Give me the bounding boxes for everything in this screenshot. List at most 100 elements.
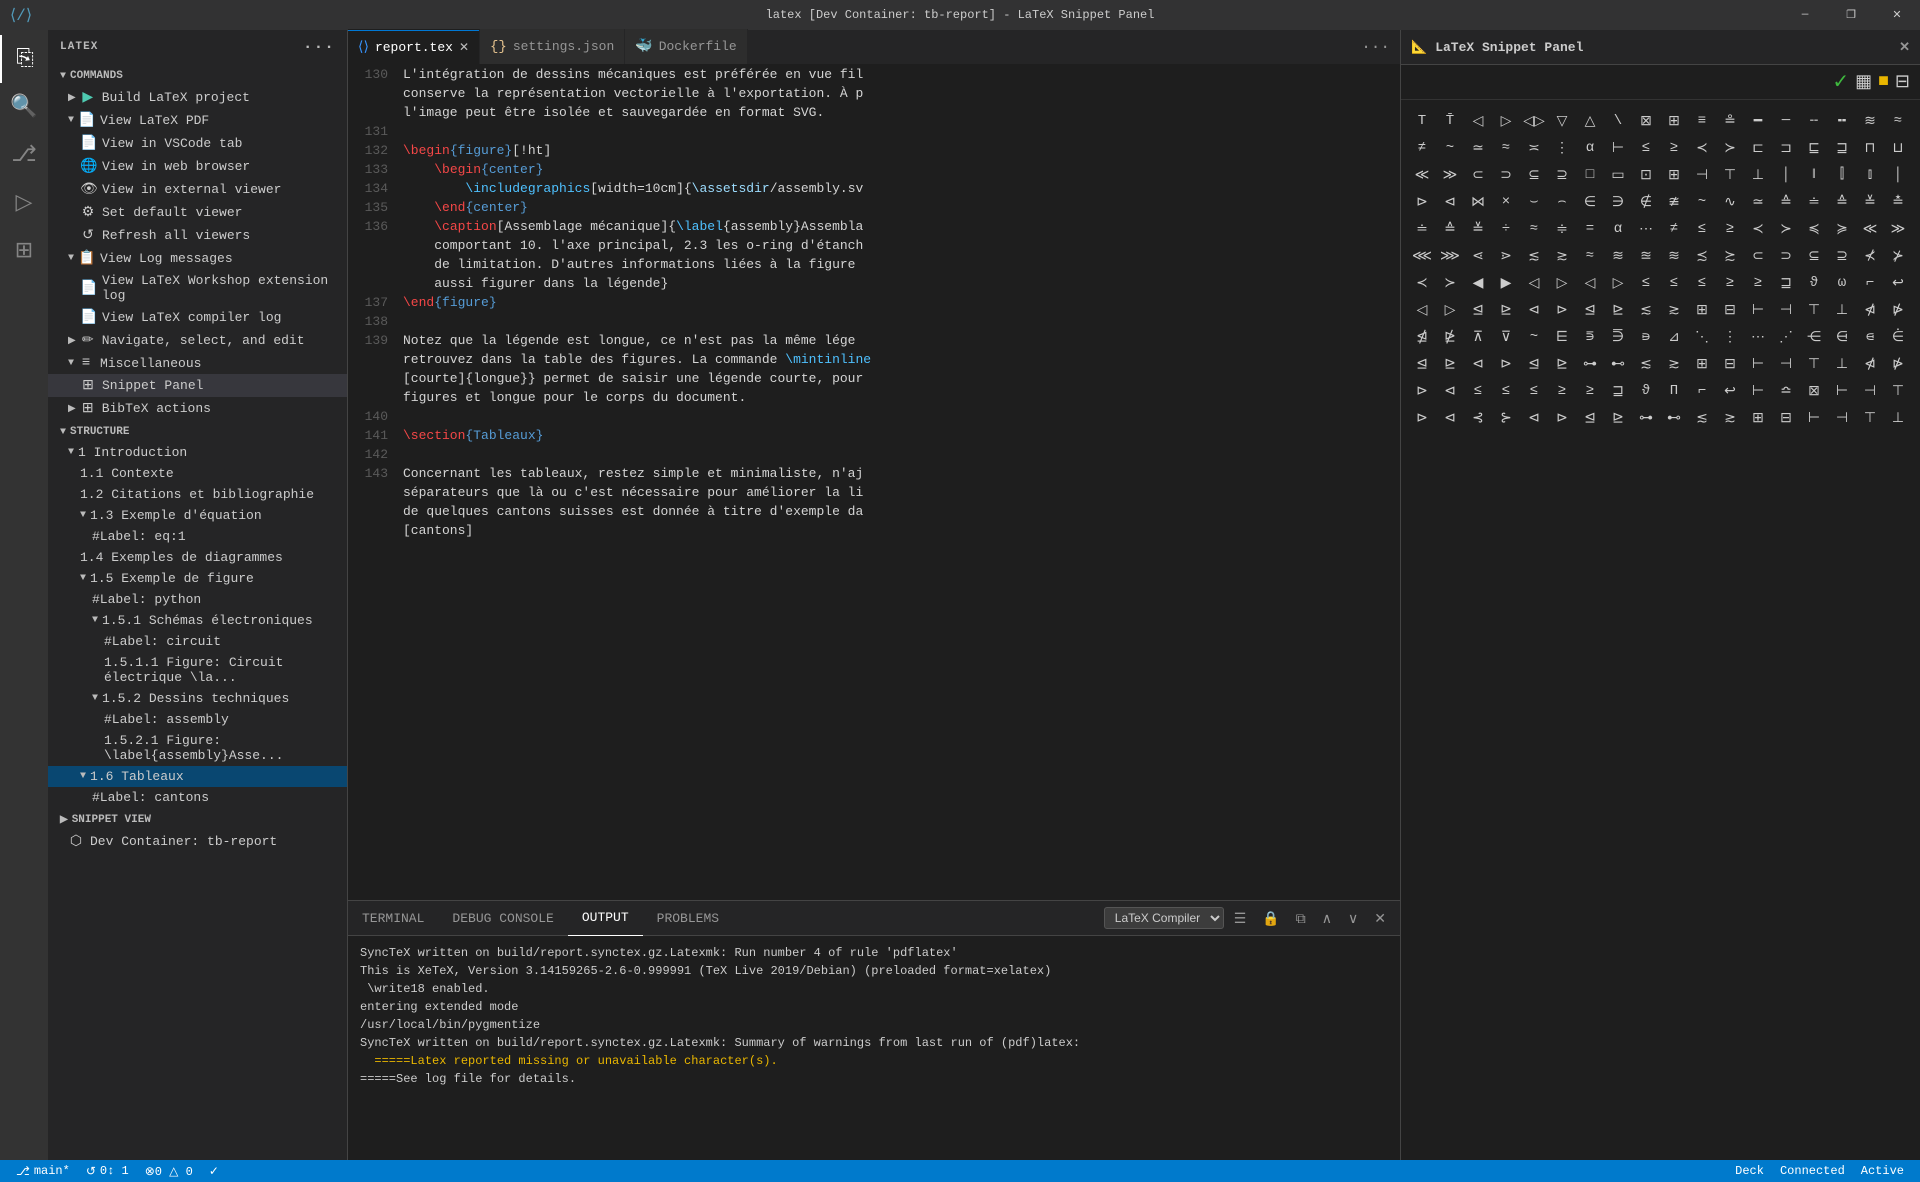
sym-supe2[interactable]: ⊇ <box>1829 243 1855 269</box>
sym-leqc[interactable]: ≤ <box>1689 270 1715 296</box>
sym-leqa[interactable]: ≤ <box>1633 270 1659 296</box>
maximize-button[interactable]: ❐ <box>1828 0 1874 30</box>
sym-fp2[interactable]: ⊵ <box>1437 351 1463 377</box>
sym-ep1[interactable]: ⋲ <box>1801 324 1827 350</box>
sym-frown[interactable]: ⌢ <box>1549 189 1575 215</box>
sym-approx[interactable]: ≈ <box>1493 135 1519 161</box>
snippet-panel-close-button[interactable]: ✕ <box>1899 40 1910 55</box>
status-errors[interactable]: ⊗ 0 △ 0 <box>137 1160 201 1182</box>
sym-leq[interactable]: ≤ <box>1633 135 1659 161</box>
sym-prec3[interactable]: ≺ <box>1409 270 1435 296</box>
sym-gp5[interactable]: ≤ <box>1521 378 1547 404</box>
output-tab[interactable]: OUTPUT <box>568 901 643 936</box>
sym-fp4[interactable]: ⊳ <box>1493 351 1519 377</box>
navigate-item[interactable]: ▶ ✏ Navigate, select, and edit <box>48 329 347 352</box>
sym-supe[interactable]: ⊇ <box>1549 162 1575 188</box>
sym-eqdiv2[interactable]: ≙ <box>1437 216 1463 242</box>
sym-sqsup[interactable]: ⊐ <box>1773 135 1799 161</box>
sym-dashv[interactable]: ⊣ <box>1689 162 1715 188</box>
sym-sub2[interactable]: ⊂ <box>1745 243 1771 269</box>
sym-sub[interactable]: ⊂ <box>1465 162 1491 188</box>
sym-approxeq[interactable]: ≋ <box>1605 243 1631 269</box>
sym-gtdot[interactable]: ⋗ <box>1493 243 1519 269</box>
sym-sup[interactable]: ⊃ <box>1493 162 1519 188</box>
sym-Tbar[interactable]: T̄ <box>1437 108 1463 134</box>
sym-vdots[interactable]: ⋮ <box>1549 135 1575 161</box>
sym-gp11[interactable]: ⌐ <box>1689 378 1715 404</box>
sym-hp4[interactable]: ⊱ <box>1493 405 1519 431</box>
commands-section[interactable]: ▼ COMMANDS <box>48 64 347 86</box>
sym-bump[interactable]: ≙ <box>1773 189 1799 215</box>
sym-hp2[interactable]: ⊲ <box>1437 405 1463 431</box>
sym-ep3[interactable]: ⋴ <box>1857 324 1883 350</box>
sym-bplus[interactable]: ⊞ <box>1661 162 1687 188</box>
view-log-item[interactable]: ▼ 📋 View Log messages <box>48 247 347 270</box>
sym-gp10[interactable]: Π <box>1661 378 1687 404</box>
struct-diag-item[interactable]: 1.4 Exemples de diagrammes <box>48 547 347 568</box>
sym-gp14[interactable]: ≏ <box>1773 378 1799 404</box>
sym-gp7[interactable]: ≥ <box>1577 378 1603 404</box>
sym-nnlhde[interactable]: ⋬ <box>1409 324 1435 350</box>
sym-ring[interactable]: ≗ <box>1717 108 1743 134</box>
sym-hp17[interactable]: ⊤ <box>1857 405 1883 431</box>
sym-bmx[interactable]: ⊟ <box>1717 297 1743 323</box>
sym-doteq[interactable]: ≐ <box>1801 189 1827 215</box>
sym-unrhd[interactable]: ▷ <box>1549 270 1575 296</box>
problems-tab[interactable]: PROBLEMS <box>643 901 733 936</box>
structure-section[interactable]: ▼ STRUCTURE <box>48 420 347 442</box>
sym-gp6[interactable]: ≥ <box>1549 378 1575 404</box>
activity-debug[interactable]: ▷ <box>0 179 48 227</box>
sym-barvee[interactable]: ⊽ <box>1493 324 1519 350</box>
sym-gta[interactable]: ≳ <box>1549 243 1575 269</box>
sym-geqa[interactable]: ≥ <box>1717 270 1743 296</box>
sym-lhde[interactable]: ⊴ <box>1465 297 1491 323</box>
view-web-item[interactable]: 🌐 View in web browser <box>48 155 347 178</box>
down-button[interactable]: ∨ <box>1342 908 1364 929</box>
filter-button[interactable]: ☰ <box>1228 908 1253 929</box>
activity-git[interactable]: ⎇ <box>0 131 48 179</box>
sym-geq[interactable]: ≥ <box>1661 135 1687 161</box>
sym-succ2[interactable]: ≻ <box>1773 216 1799 242</box>
sym-fp8[interactable]: ⊷ <box>1605 351 1631 377</box>
sym-lta[interactable]: ≲ <box>1521 243 1547 269</box>
sym-vbar2[interactable]: ‖ <box>1801 162 1827 188</box>
sym-iddots[interactable]: ⋰ <box>1773 324 1799 350</box>
status-active[interactable]: Active <box>1853 1160 1912 1182</box>
sym-fp18[interactable]: ⋫ <box>1885 351 1911 377</box>
struct-circuit-fig-item[interactable]: 1.5.1.1 Figure: Circuit électrique \la..… <box>48 652 347 688</box>
sym-hookleft[interactable]: ↩ <box>1885 270 1911 296</box>
up-button[interactable]: ∧ <box>1316 908 1338 929</box>
sym-lsim[interactable]: ≲ <box>1633 297 1659 323</box>
sym-preceq[interactable]: ≼ <box>1801 216 1827 242</box>
sym-T[interactable]: T <box>1409 108 1435 134</box>
sym-hp14[interactable]: ⊟ <box>1773 405 1799 431</box>
sym-trila[interactable]: ◁ <box>1577 270 1603 296</box>
more-tabs-button[interactable]: ··· <box>1351 29 1400 64</box>
sym-ni[interactable]: ∋ <box>1605 189 1631 215</box>
activity-extensions[interactable]: ⊞ <box>0 227 48 275</box>
sym-llll[interactable]: ≪ <box>1857 216 1883 242</box>
sym-boxplus[interactable]: ⊞ <box>1661 108 1687 134</box>
dev-container-item[interactable]: ⬡ Dev Container: tb-report <box>48 830 347 853</box>
sym-nsub[interactable]: ⊀ <box>1857 243 1883 269</box>
sym-cp1[interactable]: ⋿ <box>1549 324 1575 350</box>
sym-bpx[interactable]: ⊞ <box>1689 297 1715 323</box>
struct-assembly-item[interactable]: #Label: assembly <box>48 709 347 730</box>
copy-button[interactable]: ⧉ <box>1290 908 1312 929</box>
sym-vartheta[interactable]: ϑ <box>1801 270 1827 296</box>
close-terminal-button[interactable]: ✕ <box>1368 908 1392 929</box>
sym-equiv[interactable]: ≡ <box>1689 108 1715 134</box>
sym-nnlhd[interactable]: ⋪ <box>1857 297 1883 323</box>
status-check[interactable]: ✓ <box>201 1160 227 1182</box>
sym-rhd[interactable]: ▶ <box>1493 270 1519 296</box>
snippet-view-section[interactable]: ▶ SNIPPET VIEW <box>48 808 347 830</box>
status-deck[interactable]: Deck <box>1727 1160 1772 1182</box>
columns-icon[interactable]: ⊟ <box>1895 71 1910 93</box>
sym-gsim[interactable]: ≳ <box>1661 297 1687 323</box>
status-sync[interactable]: ↺ 0↕ 1 <box>78 1160 137 1182</box>
sym-fp11[interactable]: ⊞ <box>1689 351 1715 377</box>
struct-intro-item[interactable]: ▼ 1 Introduction <box>48 442 347 463</box>
sym-lhd[interactable]: ◀ <box>1465 270 1491 296</box>
status-branch[interactable]: ⎇ main* <box>8 1160 78 1182</box>
sym-waves2[interactable]: ≈ <box>1885 108 1911 134</box>
